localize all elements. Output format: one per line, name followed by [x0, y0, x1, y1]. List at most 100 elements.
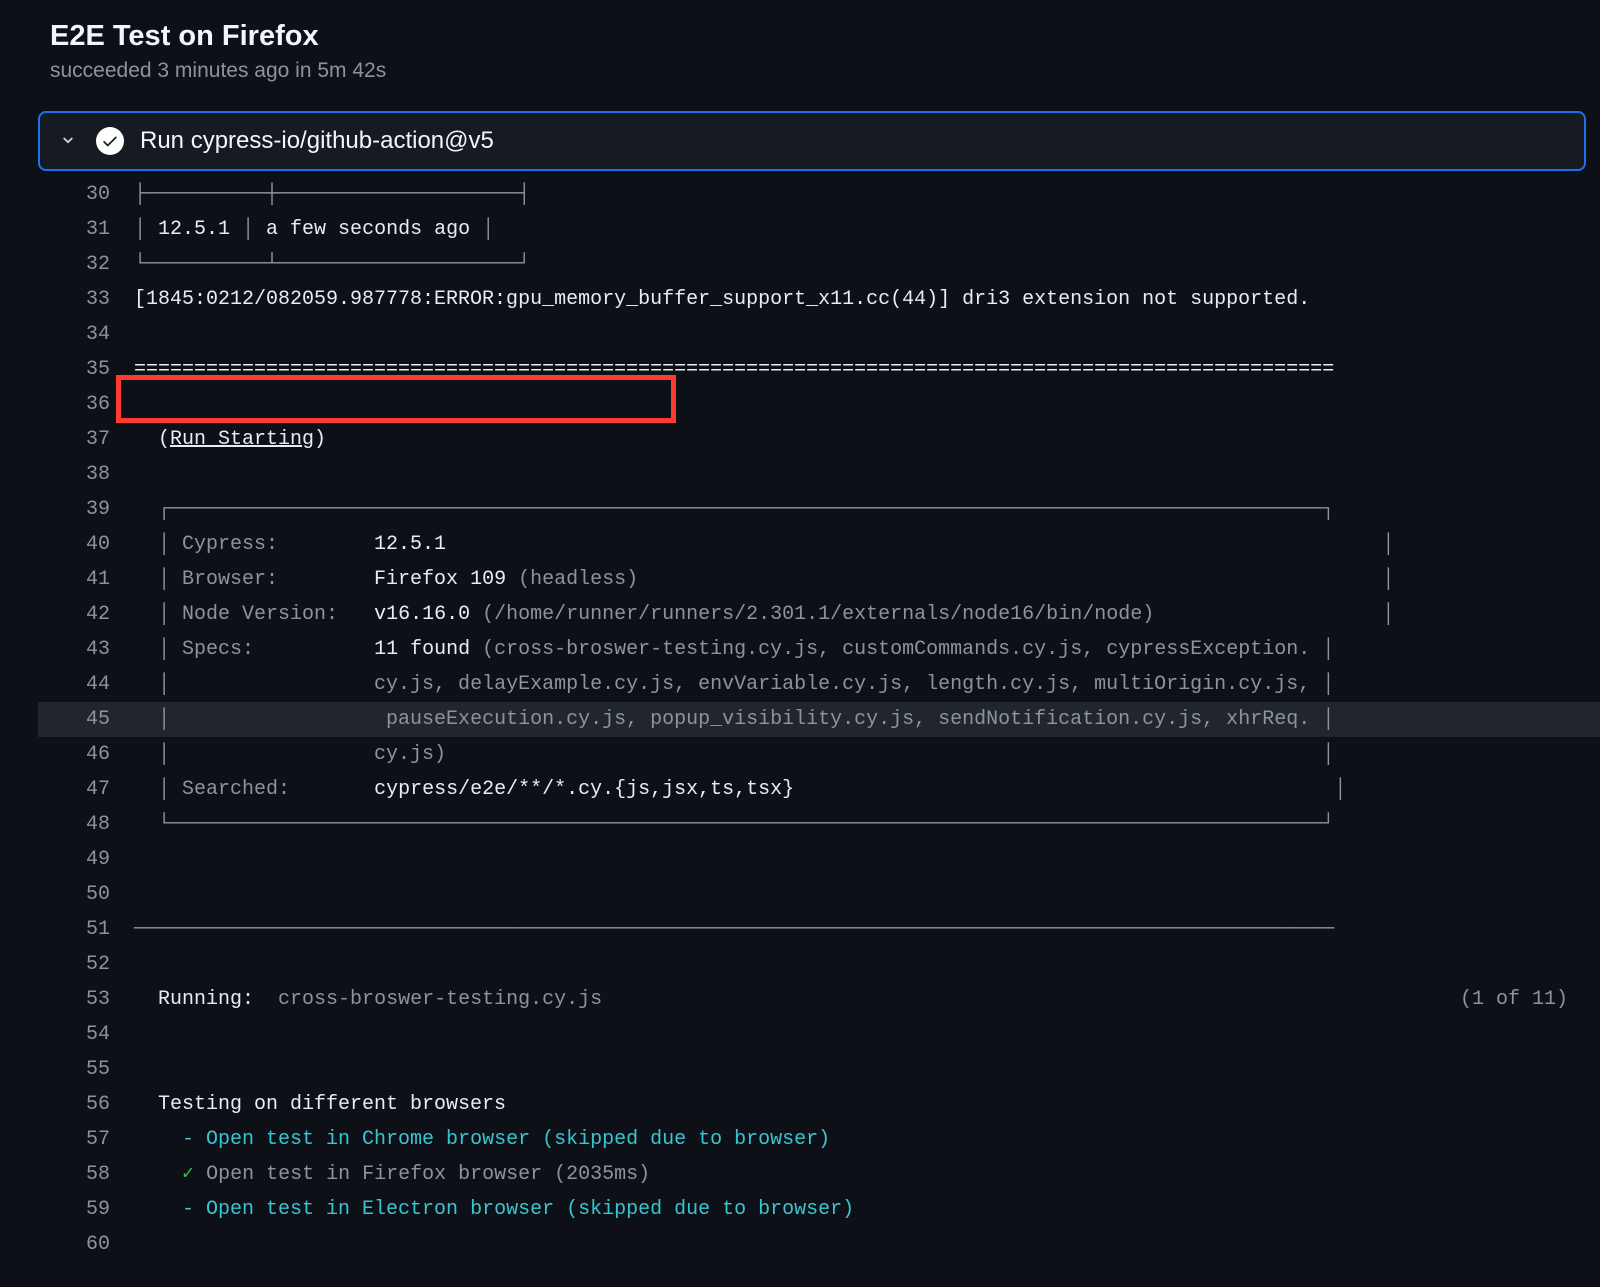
line-number[interactable]: 58	[38, 1157, 134, 1192]
line-number[interactable]: 45	[38, 702, 134, 737]
log-line[interactable]: 30├──────────┼────────────────────┤	[38, 177, 1600, 212]
line-content: │ Node Version: v16.16.0 (/home/runner/r…	[134, 597, 1600, 632]
log-line[interactable]: 32└──────────┴────────────────────┘	[38, 247, 1600, 282]
log-line[interactable]: 39 ┌────────────────────────────────────…	[38, 492, 1600, 527]
line-content	[134, 1017, 1600, 1052]
line-content: │ cy.js, delayExample.cy.js, envVariable…	[134, 667, 1600, 702]
line-number[interactable]: 44	[38, 667, 134, 702]
line-number[interactable]: 35	[38, 352, 134, 387]
line-content: ========================================…	[134, 352, 1600, 387]
line-number[interactable]: 43	[38, 632, 134, 667]
line-content	[134, 1052, 1600, 1087]
line-content: └──────────┴────────────────────┘	[134, 247, 1600, 282]
log-line[interactable]: 56 Testing on different browsers	[38, 1087, 1600, 1122]
line-number[interactable]: 40	[38, 527, 134, 562]
line-number[interactable]: 53	[38, 982, 134, 1017]
log-line[interactable]: 55	[38, 1052, 1600, 1087]
line-number[interactable]: 51	[38, 912, 134, 947]
log-output[interactable]: 30├──────────┼────────────────────┤31│ 1…	[38, 177, 1600, 1262]
line-number[interactable]: 56	[38, 1087, 134, 1122]
log-line[interactable]: 38	[38, 457, 1600, 492]
log-line[interactable]: 37 (Run Starting)	[38, 422, 1600, 457]
log-line[interactable]: 50	[38, 877, 1600, 912]
line-number[interactable]: 47	[38, 772, 134, 807]
log-line[interactable]: 41 │ Browser: Firefox 109 (headless) │	[38, 562, 1600, 597]
line-content: │ cy.js) │	[134, 737, 1600, 772]
line-content: Running: cross-broswer-testing.cy.js(1 o…	[134, 982, 1600, 1017]
line-number[interactable]: 48	[38, 807, 134, 842]
line-content: ┌───────────────────────────────────────…	[134, 492, 1600, 527]
line-number[interactable]: 55	[38, 1052, 134, 1087]
line-content	[134, 947, 1600, 982]
job-title: E2E Test on Firefox	[50, 20, 1600, 53]
line-content	[134, 387, 1600, 422]
line-number[interactable]: 37	[38, 422, 134, 457]
log-line[interactable]: 33[1845:0212/082059.987778:ERROR:gpu_mem…	[38, 282, 1600, 317]
line-content: ├──────────┼────────────────────┤	[134, 177, 1600, 212]
job-status: succeeded	[50, 59, 152, 82]
step-header[interactable]: Run cypress-io/github-action@v5	[38, 111, 1586, 171]
line-content	[134, 842, 1600, 877]
log-line[interactable]: 46 │ cy.js) │	[38, 737, 1600, 772]
log-line[interactable]: 36	[38, 387, 1600, 422]
job-status-time: 3 minutes ago in 5m 42s	[152, 59, 387, 82]
job-subtitle: succeeded 3 minutes ago in 5m 42s	[50, 59, 1600, 83]
line-number[interactable]: 52	[38, 947, 134, 982]
line-number[interactable]: 41	[38, 562, 134, 597]
log-line[interactable]: 35======================================…	[38, 352, 1600, 387]
log-line[interactable]: 40 │ Cypress: 12.5.1 │	[38, 527, 1600, 562]
line-content: (Run Starting)	[134, 422, 1600, 457]
line-content	[134, 317, 1600, 352]
line-content: ────────────────────────────────────────…	[134, 912, 1600, 947]
line-content: [1845:0212/082059.987778:ERROR:gpu_memor…	[134, 282, 1600, 317]
line-content: │ 12.5.1 │ a few seconds ago │	[134, 212, 1600, 247]
line-number[interactable]: 42	[38, 597, 134, 632]
log-line[interactable]: 58 ✓ Open test in Firefox browser (2035m…	[38, 1157, 1600, 1192]
line-number[interactable]: 36	[38, 387, 134, 422]
line-number[interactable]: 59	[38, 1192, 134, 1227]
line-content: │ Browser: Firefox 109 (headless) │	[134, 562, 1600, 597]
line-number[interactable]: 34	[38, 317, 134, 352]
line-number[interactable]: 30	[38, 177, 134, 212]
log-line[interactable]: 59 - Open test in Electron browser (skip…	[38, 1192, 1600, 1227]
log-line[interactable]: 49	[38, 842, 1600, 877]
line-content: - Open test in Electron browser (skipped…	[134, 1192, 1600, 1227]
log-line[interactable]: 51──────────────────────────────────────…	[38, 912, 1600, 947]
line-content	[134, 877, 1600, 912]
line-content: │ pauseExecution.cy.js, popup_visibility…	[134, 702, 1600, 737]
line-number[interactable]: 50	[38, 877, 134, 912]
log-line[interactable]: 34	[38, 317, 1600, 352]
step-title: Run cypress-io/github-action@v5	[140, 127, 494, 155]
log-line[interactable]: 54	[38, 1017, 1600, 1052]
success-check-icon	[96, 127, 124, 155]
line-number[interactable]: 60	[38, 1227, 134, 1262]
line-number[interactable]: 54	[38, 1017, 134, 1052]
log-line[interactable]: 53 Running: cross-broswer-testing.cy.js(…	[38, 982, 1600, 1017]
line-content: - Open test in Chrome browser (skipped d…	[134, 1122, 1600, 1157]
line-number[interactable]: 33	[38, 282, 134, 317]
line-content: │ Cypress: 12.5.1 │	[134, 527, 1600, 562]
line-number[interactable]: 39	[38, 492, 134, 527]
line-number[interactable]: 46	[38, 737, 134, 772]
log-line[interactable]: 48 └────────────────────────────────────…	[38, 807, 1600, 842]
line-content: ✓ Open test in Firefox browser (2035ms)	[134, 1157, 1600, 1192]
log-line[interactable]: 57 - Open test in Chrome browser (skippe…	[38, 1122, 1600, 1157]
line-content: └───────────────────────────────────────…	[134, 807, 1600, 842]
line-number[interactable]: 49	[38, 842, 134, 877]
line-content: Testing on different browsers	[134, 1087, 1600, 1122]
line-content: │ Specs: 11 found (cross-broswer-testing…	[134, 632, 1600, 667]
log-line[interactable]: 52	[38, 947, 1600, 982]
log-line[interactable]: 43 │ Specs: 11 found (cross-broswer-test…	[38, 632, 1600, 667]
line-number[interactable]: 31	[38, 212, 134, 247]
log-line[interactable]: 60	[38, 1227, 1600, 1262]
log-line[interactable]: 45 │ pauseExecution.cy.js, popup_visibil…	[38, 702, 1600, 737]
log-line[interactable]: 42 │ Node Version: v16.16.0 (/home/runne…	[38, 597, 1600, 632]
line-number[interactable]: 32	[38, 247, 134, 282]
chevron-down-icon[interactable]	[56, 129, 80, 153]
line-number[interactable]: 38	[38, 457, 134, 492]
line-content: │ Searched: cypress/e2e/**/*.cy.{js,jsx,…	[134, 772, 1600, 807]
line-number[interactable]: 57	[38, 1122, 134, 1157]
log-line[interactable]: 47 │ Searched: cypress/e2e/**/*.cy.{js,j…	[38, 772, 1600, 807]
log-line[interactable]: 44 │ cy.js, delayExample.cy.js, envVaria…	[38, 667, 1600, 702]
log-line[interactable]: 31│ 12.5.1 │ a few seconds ago │	[38, 212, 1600, 247]
